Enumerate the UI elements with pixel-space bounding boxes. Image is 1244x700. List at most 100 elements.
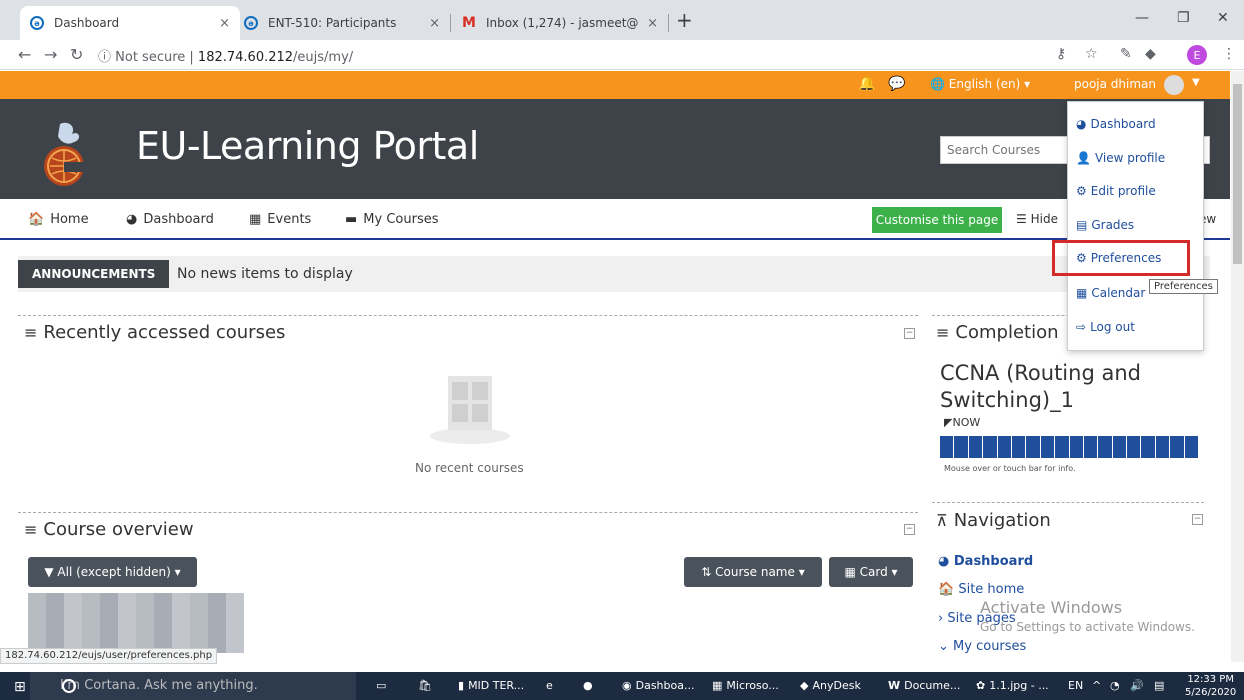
course-card-image[interactable] [28,593,244,653]
tab-participants[interactable]: ə ENT-510: Participants × [234,6,450,40]
progress-segment[interactable] [1069,436,1083,458]
divider [932,502,1204,503]
firefox-icon[interactable]: ● [583,679,593,692]
progress-segment[interactable] [1184,436,1199,458]
nav-block-site-home[interactable]: 🏠 Site home [938,582,1024,597]
avatar[interactable] [1164,75,1184,95]
progress-segment[interactable] [940,436,954,458]
taskbar-item-dashboard[interactable]: ◉ Dashboa... [622,679,694,692]
back-icon[interactable]: ← [18,45,31,64]
nav-block-my-courses[interactable]: ⌄ My courses [938,639,1026,654]
kebab-menu-icon[interactable]: ⋮ [1222,46,1236,62]
progress-segment[interactable] [1112,436,1127,458]
minimize-icon[interactable]: — [1135,10,1149,26]
progress-segment[interactable] [1055,436,1069,458]
language-menu[interactable]: 🌐 English (en) ▾ [930,77,1030,91]
menu-item-view-profile[interactable]: 👤 View profile [1076,151,1165,165]
customise-page-button[interactable]: Customise this page [872,207,1002,233]
progress-segment[interactable] [997,436,1011,458]
collapse-icon[interactable]: − [904,328,915,339]
progress-segment[interactable] [1127,436,1141,458]
close-icon[interactable]: × [647,16,658,31]
moodle-icon: ə [244,16,258,30]
close-icon[interactable]: × [219,16,230,31]
tab-dashboard[interactable]: ə Dashboard × [20,6,240,40]
nav-my-courses[interactable]: ▬ My Courses [345,212,439,227]
taskbar-clock[interactable]: 12:33 PM 5/26/2020 [1185,672,1236,699]
course-overview-title: ≡ Course overview [24,519,194,540]
extension-2-icon[interactable]: ◆ [1145,46,1156,62]
menu-item-grades[interactable]: ▤ Grades [1076,218,1134,232]
nav-events[interactable]: ▦ Events [249,212,311,227]
url-field[interactable]: ⓘ Not secure | 182.74.60.212/eujs/my/ [98,46,353,65]
progress-segment[interactable] [1040,436,1055,458]
close-icon[interactable]: × [429,16,440,31]
progress-segment[interactable] [954,436,968,458]
progress-segment[interactable] [1170,436,1184,458]
tab-gmail[interactable]: M Inbox (1,274) - jasmeet@eternalu × [452,6,668,40]
preferences-tooltip: Preferences [1149,279,1218,294]
store-icon[interactable]: 🛍 [418,679,432,692]
new-tab-button[interactable]: + [676,10,693,30]
progress-segment[interactable] [983,436,997,458]
nav-block-dashboard[interactable]: ◕ Dashboard [938,554,1033,569]
taskbar-item-midterm[interactable]: ▮ MID TER... [458,679,524,692]
bell-icon[interactable]: 🔔 [858,76,875,92]
forward-icon[interactable]: → [44,45,57,64]
site-title[interactable]: EU-Learning Portal [136,124,479,168]
divider [18,512,918,513]
tab-separator [450,14,451,32]
notifications-icon[interactable]: ▤ [1154,679,1164,692]
nav-dashboard[interactable]: ◕ Dashboard [126,212,214,227]
restore-icon[interactable]: ❐ [1177,10,1190,26]
tray-chevron-icon[interactable]: ^ [1092,679,1101,692]
user-icon: 👤 [1076,151,1091,165]
progress-segment[interactable] [1083,436,1098,458]
progress-segment[interactable] [1011,436,1026,458]
sort-dropdown[interactable]: ⇅ Course name ▾ [684,557,822,587]
view-dropdown[interactable]: ▦ Card ▾ [829,557,913,587]
nav-home[interactable]: 🏠 Home [28,212,89,227]
windows-start-icon[interactable]: ⊞ [14,679,26,695]
filter-icon: ▼ [44,565,54,579]
sort-icon: ⇅ [701,565,712,579]
collapse-icon[interactable]: − [1192,514,1203,525]
menu-item-dashboard[interactable]: ◕ Dashboard [1076,117,1156,131]
hamburger-icon: ≡ [24,520,38,539]
input-language[interactable]: EN [1068,679,1083,692]
browser-profile-avatar[interactable]: E [1187,45,1207,65]
star-icon[interactable]: ☆ [1085,46,1098,62]
taskbar-item-document[interactable]: W Docume... [888,679,960,692]
recent-courses-title: ≡ Recently accessed courses [24,322,286,343]
task-view-icon[interactable]: ▭ [376,679,386,692]
progress-segment[interactable] [1098,436,1112,458]
collapse-icon[interactable]: − [904,524,915,535]
menu-item-edit-profile[interactable]: ⚙ Edit profile [1076,184,1156,198]
taskbar-item-anydesk[interactable]: ◆ AnyDesk [800,679,861,692]
menu-item-calendar[interactable]: ▦ Calendar [1076,286,1145,300]
scrollbar-thumb[interactable] [1233,84,1242,264]
network-icon[interactable]: ◔ [1110,679,1120,692]
menu-item-log-out[interactable]: ⇨ Log out [1076,320,1135,334]
progress-segment[interactable] [1141,436,1155,458]
window-close-icon[interactable]: ✕ [1217,10,1229,26]
volume-icon[interactable]: 🔊 [1130,679,1144,692]
filter-dropdown[interactable]: ▼ All (except hidden) ▾ [28,557,197,587]
completion-course-name[interactable]: CCNA (Routing and Switching)_1 [940,360,1190,414]
edge-icon[interactable]: e [546,679,553,692]
cortana-search[interactable]: I'm Cortana. Ask me anything. [30,672,356,700]
chevron-down-icon[interactable]: ▼ [1192,77,1200,88]
hide-blocks-toggle[interactable]: ☰ Hide [1016,212,1058,226]
progress-segment[interactable] [968,436,983,458]
extension-icon[interactable]: ✎ [1120,46,1132,62]
progress-segment[interactable] [1155,436,1170,458]
progress-segment[interactable] [1026,436,1040,458]
completion-progress-bar[interactable] [940,436,1199,458]
user-name[interactable]: pooja dhiman [1074,77,1156,91]
taskbar-item-microsoft[interactable]: ▦ Microso... [712,679,779,692]
sitemap-icon: ⊼ [936,511,948,530]
reload-icon[interactable]: ↻ [70,45,83,64]
chat-icon[interactable]: 💬 [888,76,905,92]
taskbar-item-image[interactable]: ✿ 1.1.jpg - ... [976,679,1049,692]
key-icon[interactable]: ⚷ [1056,46,1066,62]
